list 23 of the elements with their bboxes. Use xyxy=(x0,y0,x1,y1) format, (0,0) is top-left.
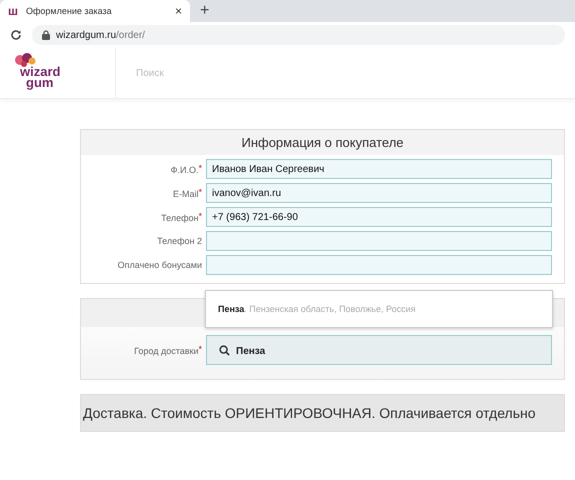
input-field[interactable]: ivanov@ivan.ru xyxy=(206,183,552,203)
city-search-field[interactable]: Пенза xyxy=(206,335,552,365)
logo-text: wizard gum xyxy=(19,66,60,88)
suggestion-item[interactable]: Пенза. Пензенская область, Поволжье, Россия xyxy=(206,291,552,327)
new-tab-button[interactable]: + xyxy=(190,0,220,22)
search-icon xyxy=(219,344,230,356)
reload-icon[interactable] xyxy=(10,29,22,41)
address-field[interactable]: wizardgum.ru/order/ xyxy=(32,25,565,45)
search-field[interactable]: Поиск xyxy=(115,48,338,98)
browser-tab[interactable]: ш Оформление заказа × xyxy=(0,0,190,22)
tab-title: Оформление заказа xyxy=(26,6,113,16)
input-field[interactable]: Иванов Иван Сергеевич xyxy=(206,159,552,179)
favicon-icon: ш xyxy=(8,4,18,18)
logo-icon xyxy=(14,52,36,68)
input-field[interactable] xyxy=(206,255,552,275)
panel-title: Информация о покупателе xyxy=(81,130,564,155)
lock-icon xyxy=(42,30,50,40)
section-header: Доставка. Стоимость ОРИЕНТИРОВОЧНАЯ. Оплачивается отдельно xyxy=(80,394,565,432)
field-label: Телефон 2 xyxy=(156,236,202,246)
input-field[interactable] xyxy=(206,231,552,251)
close-tab-button[interactable]: × xyxy=(174,4,182,18)
input-field[interactable]: +7 (963) 721-66-90 xyxy=(206,207,552,227)
field-label: Оплачено бонусами xyxy=(116,260,202,270)
